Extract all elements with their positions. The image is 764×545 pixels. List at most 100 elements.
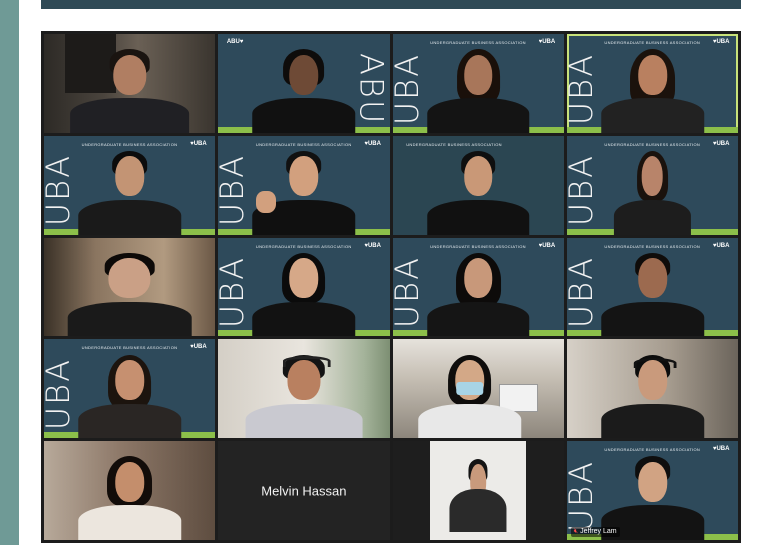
participant-video [426,144,530,235]
shirt [67,301,192,337]
participant-tile[interactable]: UNDERGRADUATE BUSINESS ASSOCIATION ♥UBA … [566,135,738,235]
participant-tile[interactable]: UNDERGRADUATE BUSINESS ASSOCIATION ♥UBA … [392,237,564,337]
participant-tile[interactable]: UNDERGRADUATE BUSINESS ASSOCIATION ♥UBA … [392,34,564,133]
shirt [245,403,363,439]
participant-video [601,347,704,439]
participant-tile[interactable]: UNDERGRADUATE BUSINESS ASSOCIATION ♥UBA … [44,339,216,439]
shirt [418,403,521,439]
participant-video [78,449,181,540]
shirt [78,403,181,439]
participant-tile[interactable]: ABU♥ ABU [218,34,390,133]
participant-video [69,42,190,133]
backdrop-logo: ♥UBA [712,38,730,45]
face [637,360,667,400]
participant-video [78,347,181,439]
backdrop-vertical-text: UBA [566,154,600,227]
participant-video [245,347,363,439]
shirt [252,98,356,133]
participant-tile[interactable] [566,339,738,439]
backdrop-logo: ♥UBA [364,242,381,249]
participant-tile-active-speaker[interactable]: UNDERGRADUATE BUSINESS ASSOCIATION ♥UBA … [566,34,738,133]
participant-tile[interactable]: UNDERGRADUATE BUSINESS ASSOCIATION ♥UBA … [44,135,216,235]
participant-video [67,246,192,337]
shirt [613,200,691,235]
face [108,258,151,299]
backdrop-logo: ♥UBA [538,38,556,45]
face [112,54,147,95]
participant-video [78,144,181,235]
top-banner [41,0,741,9]
backdrop-vertical-text: UBA [44,154,77,227]
participant-name-tag: 🔇︎ Jeffrey Lam [570,527,620,537]
shirt [78,200,181,235]
shirt [69,98,190,133]
face [115,461,145,502]
participant-tile-no-video[interactable]: Melvin Hassan [218,441,390,540]
participant-video [601,42,704,133]
participant-video [252,42,356,133]
participant-name: Jeffrey Lam [580,528,617,535]
backdrop-vertical-text: UBA [44,358,77,431]
participant-photo-figure [449,453,507,533]
participant-tile[interactable]: UNDERGRADUATE BUSINESS ASSOCIATION [392,135,564,235]
jacket [449,488,507,533]
face [641,156,664,197]
shirt [601,98,704,133]
face [287,360,321,400]
backdrop-logo: ♥UBA [364,140,381,147]
backdrop-logo: ♥UBA [712,446,730,453]
backdrop-logo: ♥UBA [190,140,207,147]
face [637,54,667,95]
face [463,258,493,299]
backdrop-logo: ♥UBA [190,344,207,351]
muted-mic-icon: 🔇︎ [573,528,579,535]
backdrop-vertical-text: UBA [566,459,600,533]
shirt [601,301,704,337]
participant-tile[interactable] [44,237,216,337]
video-grid: ABU♥ ABU UNDERGRADUATE BUSINESS ASSOCIAT… [41,31,741,543]
face-mask [456,381,483,395]
shirt [426,301,530,337]
shirt [426,98,530,133]
face [289,156,319,197]
participant-tile[interactable] [392,441,564,540]
participant-tile[interactable] [44,34,216,133]
participant-tile[interactable]: UNDERGRADUATE BUSINESS ASSOCIATION ♥UBA … [218,135,390,235]
participant-tile[interactable]: UNDERGRADUATE BUSINESS ASSOCIATION ♥UBA … [218,237,390,337]
participant-tile[interactable]: UNDERGRADUATE BUSINESS ASSOCIATION ♥UBA … [566,237,738,337]
participant-tile[interactable]: UNDERGRADUATE BUSINESS ASSOCIATION ♥UBA … [566,441,738,540]
participant-video [252,246,356,337]
thumbs-up-hand [255,191,277,213]
face [463,156,493,197]
participant-name: Melvin Hassan [261,483,347,499]
side-stripe [0,0,19,545]
participant-video [426,42,530,133]
backdrop-vertical-text: UBA [218,256,252,329]
face [115,360,145,400]
backdrop-vertical-text: UBA [566,52,600,125]
shirt [252,301,356,337]
backdrop-logo: ♥UBA [538,242,556,249]
shirt [78,505,181,540]
backdrop-logo: ♥UBA [712,140,730,147]
face [637,461,667,502]
participant-tile[interactable] [218,339,390,439]
face [637,258,667,299]
backdrop-logo: ♥UBA [712,242,730,249]
backdrop-vertical-text: ABU [352,52,390,125]
participant-video [252,144,356,235]
backdrop-logo: ABU♥ [226,38,244,45]
shirt [426,200,530,235]
face [289,54,319,95]
participant-tile[interactable] [44,441,216,540]
participant-tile[interactable] [392,339,564,439]
backdrop-vertical-text: UBA [566,256,600,329]
participant-video [418,347,521,439]
participant-video [601,246,704,337]
face [463,54,493,95]
participant-video [613,144,691,235]
face [115,156,145,197]
participant-video [426,246,530,337]
backdrop-vertical-text: UBA [218,154,252,227]
backdrop-vertical-text: UBA [392,256,426,329]
